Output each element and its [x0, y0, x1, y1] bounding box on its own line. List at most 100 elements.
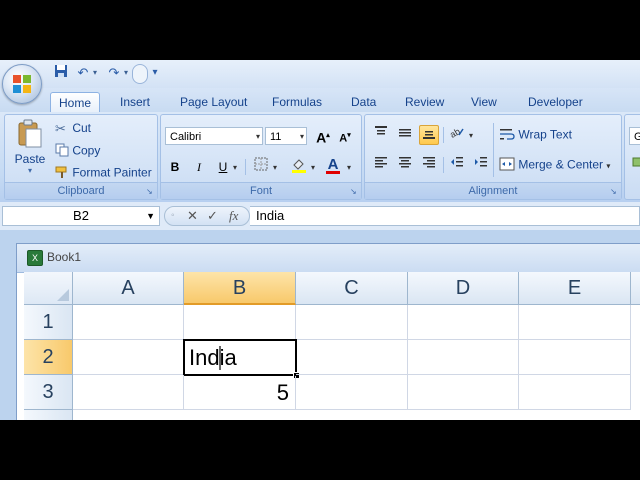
- clipboard-launcher-icon[interactable]: ↘: [146, 188, 154, 196]
- tab-page-layout[interactable]: Page Layout: [172, 92, 255, 112]
- name-box-value: B2: [73, 208, 89, 223]
- row-header-1[interactable]: 1: [24, 305, 73, 340]
- office-logo-icon: [13, 75, 31, 93]
- paintbrush-icon: [55, 165, 69, 182]
- excel-workbook-icon: X: [27, 250, 43, 266]
- font-name-value: Calibri: [170, 131, 202, 143]
- tab-data[interactable]: Data: [343, 92, 384, 112]
- quick-access-toolbar: ↶ ▾ ↷ ▾ ▾: [0, 60, 640, 88]
- merge-center-dropdown-icon[interactable]: ▾: [606, 162, 610, 171]
- cell-d1[interactable]: [408, 305, 519, 340]
- column-header-b[interactable]: B: [184, 272, 296, 305]
- paste-button[interactable]: Paste ▾: [13, 119, 47, 179]
- cell-c1[interactable]: [296, 305, 408, 340]
- select-all-button[interactable]: [24, 272, 73, 305]
- cell-a1[interactable]: [73, 305, 184, 340]
- column-header-d[interactable]: D: [408, 272, 519, 305]
- cut-button[interactable]: ✂ Cut: [55, 121, 91, 137]
- underline-button[interactable]: U: [213, 157, 233, 177]
- cell-e2[interactable]: [519, 340, 631, 375]
- row-header-4[interactable]: [24, 410, 73, 420]
- tab-formulas[interactable]: Formulas: [264, 92, 330, 112]
- tab-developer[interactable]: Developer: [520, 92, 591, 112]
- enter-icon[interactable]: ✓: [207, 208, 218, 224]
- italic-button[interactable]: I: [189, 157, 209, 177]
- font-separator: [245, 159, 246, 175]
- align-left-icon[interactable]: [371, 155, 391, 175]
- decrease-indent-icon[interactable]: [447, 155, 467, 175]
- cell-e3[interactable]: [519, 375, 631, 410]
- shrink-font-icon[interactable]: A▾: [335, 126, 355, 146]
- font-name-combo[interactable]: Calibri ▾: [165, 127, 263, 145]
- column-header-f[interactable]: [631, 272, 640, 305]
- cell-d2[interactable]: [408, 340, 519, 375]
- font-name-dropdown-icon[interactable]: ▾: [256, 128, 260, 146]
- cell-c2[interactable]: [296, 340, 408, 375]
- redo-icon[interactable]: ↷: [105, 64, 123, 82]
- grow-font-icon[interactable]: A▴: [313, 126, 333, 146]
- fill-color-dropdown-icon[interactable]: ▾: [311, 163, 315, 172]
- cell-a2[interactable]: [73, 340, 184, 375]
- cell-b1[interactable]: [184, 305, 296, 340]
- alignment-launcher-icon[interactable]: ↘: [610, 188, 618, 196]
- bold-button[interactable]: B: [165, 157, 185, 177]
- cell-c3[interactable]: [296, 375, 408, 410]
- copy-label: Copy: [72, 143, 101, 158]
- align-center-icon[interactable]: [395, 155, 415, 175]
- font-size-dropdown-icon[interactable]: ▾: [300, 128, 304, 146]
- align-bottom-icon[interactable]: [419, 125, 439, 145]
- currency-icon[interactable]: [629, 155, 640, 175]
- cell-a3[interactable]: [73, 375, 184, 410]
- tab-review[interactable]: Review: [397, 92, 452, 112]
- font-launcher-icon[interactable]: ↘: [350, 188, 358, 196]
- undo-icon[interactable]: ↶: [74, 64, 92, 82]
- format-painter-label: Format Painter: [72, 165, 152, 180]
- cell-b3[interactable]: 5: [184, 376, 296, 410]
- workbook-window: X Book1 A B C D E 1 2 3 India 5: [16, 243, 640, 420]
- increase-indent-icon[interactable]: [471, 155, 491, 175]
- font-size-value: 11: [270, 131, 282, 143]
- formula-input[interactable]: India: [250, 206, 640, 226]
- font-size-combo[interactable]: 11 ▾: [265, 127, 307, 145]
- name-box-dropdown-icon[interactable]: ▼: [146, 207, 155, 225]
- orientation-icon[interactable]: ab: [447, 125, 467, 145]
- borders-icon[interactable]: [251, 157, 271, 177]
- wrap-text-button[interactable]: Wrap Text: [499, 127, 572, 144]
- tab-home[interactable]: Home: [50, 92, 101, 113]
- paste-dropdown-icon[interactable]: ▾: [13, 166, 47, 175]
- number-format-combo[interactable]: G: [629, 127, 640, 145]
- merge-center-button[interactable]: Merge & Center ▾: [499, 157, 610, 174]
- name-box[interactable]: B2 ▼: [2, 206, 160, 226]
- cell-e1[interactable]: [519, 305, 631, 340]
- underline-dropdown-icon[interactable]: ▾: [233, 163, 237, 172]
- office-button[interactable]: [2, 64, 42, 104]
- save-icon[interactable]: [52, 64, 70, 82]
- copy-button[interactable]: Copy: [55, 143, 100, 160]
- column-header-e[interactable]: E: [519, 272, 631, 305]
- fill-color-icon[interactable]: [289, 157, 309, 177]
- font-group: Calibri ▾ 11 ▾ A▴ A▾ B I U ▾ ▾ ▾ A ▾ Fon…: [160, 114, 362, 200]
- customize-qat-icon[interactable]: ▾: [146, 64, 164, 82]
- insert-function-icon[interactable]: fx: [229, 208, 238, 224]
- paste-label: Paste: [14, 152, 46, 166]
- align-right-icon[interactable]: [419, 155, 439, 175]
- redo-dropdown-icon[interactable]: ▾: [124, 68, 128, 77]
- undo-dropdown-icon[interactable]: ▾: [93, 68, 97, 77]
- borders-dropdown-icon[interactable]: ▾: [273, 163, 277, 172]
- column-header-c[interactable]: C: [296, 272, 408, 305]
- row-header-2[interactable]: 2: [24, 340, 73, 375]
- align-middle-icon[interactable]: [395, 125, 415, 145]
- tab-view[interactable]: View: [463, 92, 505, 112]
- cell-b2[interactable]: India: [183, 339, 297, 376]
- font-color-icon[interactable]: A: [323, 155, 343, 175]
- scissors-icon: ✂: [55, 121, 66, 136]
- column-header-a[interactable]: A: [73, 272, 184, 305]
- cell-d3[interactable]: [408, 375, 519, 410]
- align-top-icon[interactable]: [371, 125, 391, 145]
- tab-insert[interactable]: Insert: [112, 92, 158, 112]
- font-color-dropdown-icon[interactable]: ▾: [347, 163, 351, 172]
- row-header-3[interactable]: 3: [24, 375, 73, 410]
- format-painter-button[interactable]: Format Painter: [55, 165, 152, 182]
- orientation-dropdown-icon[interactable]: ▾: [469, 131, 473, 140]
- cancel-icon[interactable]: ✕: [187, 208, 198, 224]
